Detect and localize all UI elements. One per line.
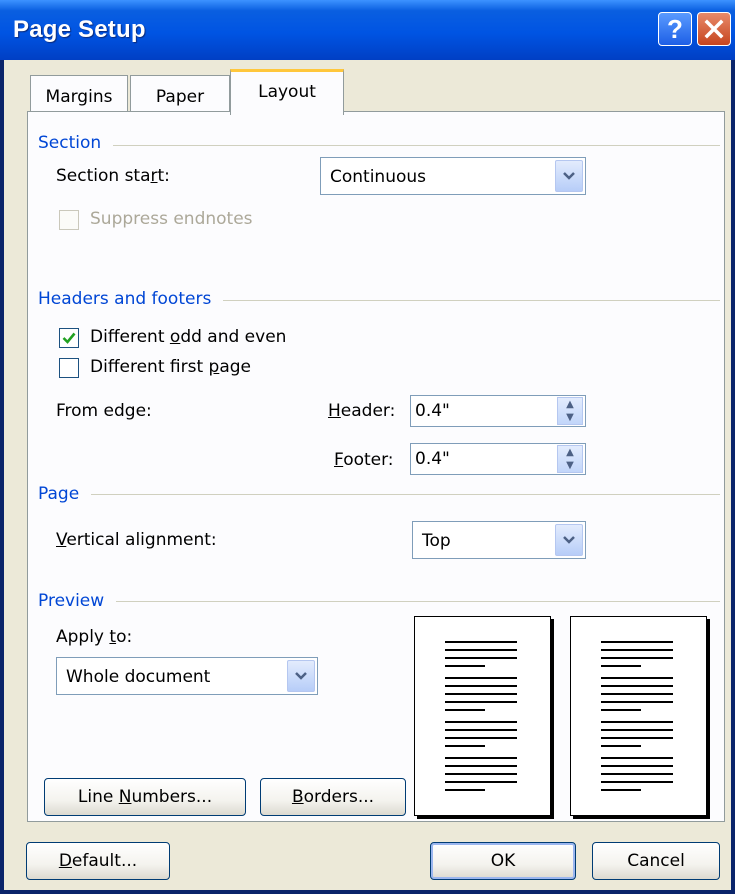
spin-down-icon[interactable]: ▼ [558,411,582,424]
suppress-endnotes-checkbox[interactable] [59,210,79,230]
page-divider [44,494,720,495]
footer-distance-spinner[interactable]: ▲ ▼ [557,445,583,473]
vertical-alignment-select[interactable]: Top [412,521,586,559]
page-heading: Page [38,484,92,504]
footer-distance-label: Footer: [334,450,394,470]
suppress-endnotes-label: Suppress endnotes [90,209,253,229]
dropdown-button[interactable] [555,524,583,556]
tab-layout-label: Layout [258,82,316,102]
dialog-title: Page Setup [13,16,146,43]
dialog-client-area: Margins Paper Layout Section Section sta… [4,60,731,890]
default-button[interactable]: Default... [26,842,170,880]
close-icon [704,19,724,39]
from-edge-label: From edge: [56,401,152,421]
footer-distance-value: 0.4" [415,449,450,469]
borders-button[interactable]: Borders... [260,778,406,816]
section-start-label: Section start: [56,166,170,186]
preview-page-right [570,616,707,816]
tab-margins-label: Margins [45,87,113,107]
default-label: Default... [58,851,138,871]
help-button[interactable]: ? [658,12,692,46]
dropdown-button[interactable] [287,660,315,692]
vertical-alignment-value: Top [422,531,451,551]
tab-margins[interactable]: Margins [30,75,128,113]
section-divider [44,145,720,146]
ok-label: OK [490,851,516,871]
cancel-label: Cancel [627,851,685,871]
spin-up-icon[interactable]: ▲ [558,398,582,411]
page-setup-dialog: Page Setup ? Margins Paper Layout Sectio… [0,0,735,894]
header-distance-label: Header: [328,401,396,421]
spin-up-icon[interactable]: ▲ [558,446,582,459]
checkmark-icon [62,332,76,344]
header-distance-value: 0.4" [415,401,450,421]
headers-footers-heading: Headers and footers [38,289,224,309]
apply-to-label: Apply to: [56,627,133,647]
dropdown-button[interactable] [555,160,583,192]
section-start-value: Continuous [330,167,427,187]
borders-label: Borders... [291,787,375,807]
tab-paper-label: Paper [155,87,205,107]
header-distance-spinner[interactable]: ▲ ▼ [557,397,583,425]
spin-down-icon[interactable]: ▼ [558,459,582,472]
vertical-alignment-label: Vertical alignment: [56,530,217,550]
apply-to-value: Whole document [66,667,211,687]
chevron-down-icon [563,536,575,544]
tab-layout[interactable]: Layout [230,69,344,115]
preview-divider [44,601,720,602]
chevron-down-icon [295,672,307,680]
preview-heading: Preview [38,591,117,611]
close-button[interactable] [697,12,731,46]
different-odd-even-checkbox[interactable] [59,328,79,348]
different-first-page-label: Different first page [90,357,251,377]
preview-page-left [414,616,551,816]
tab-paper[interactable]: Paper [130,75,230,113]
different-odd-even-label: Different odd and even [90,327,287,347]
line-numbers-label: Line Numbers... [77,787,213,807]
section-heading: Section [38,133,114,153]
different-first-page-checkbox[interactable] [59,358,79,378]
section-start-select[interactable]: Continuous [320,157,586,195]
chevron-down-icon [563,172,575,180]
title-bar[interactable]: Page Setup ? [0,0,735,60]
cancel-button[interactable]: Cancel [592,842,720,880]
ok-button[interactable]: OK [430,842,576,880]
question-mark-icon: ? [667,13,683,44]
apply-to-select[interactable]: Whole document [56,657,318,695]
line-numbers-button[interactable]: Line Numbers... [44,778,246,816]
